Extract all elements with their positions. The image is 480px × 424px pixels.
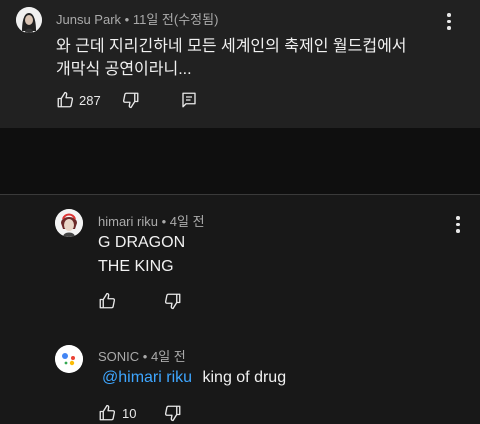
- avatar-himari-image: [55, 209, 83, 237]
- blank-area: [0, 128, 480, 194]
- dislike-button[interactable]: [164, 292, 182, 310]
- mention-link[interactable]: @himari riku: [102, 369, 192, 386]
- comment-meta: himari riku • 4일 전: [98, 211, 205, 230]
- like-icon: [99, 404, 116, 421]
- comment-body: king of drug: [202, 369, 287, 386]
- comment-text-line-1: G DRAGON: [98, 234, 186, 251]
- comment-meta: Junsu Park • 11일 전(수정됨): [56, 9, 218, 28]
- like-icon: [99, 292, 116, 309]
- like-button[interactable]: [98, 292, 116, 310]
- comment-meta: SONIC • 4일 전: [98, 346, 186, 365]
- like-count: 287: [79, 93, 101, 108]
- dislike-button[interactable]: [122, 91, 140, 109]
- avatar-himari[interactable]: [55, 209, 83, 237]
- dislike-icon: [122, 92, 139, 109]
- like-count: 10: [122, 406, 137, 421]
- avatar-junsu-image: [16, 7, 42, 33]
- comment-text-line-2: THE KING: [98, 258, 174, 275]
- comment-time: 4일 전: [150, 349, 186, 364]
- dislike-icon: [164, 405, 181, 422]
- like-button[interactable]: [98, 404, 116, 422]
- comment-time: 11일 전(수정됨): [132, 12, 219, 27]
- author-name[interactable]: Junsu Park: [56, 12, 121, 27]
- reply-button[interactable]: [180, 91, 198, 109]
- more-vert-icon[interactable]: [456, 216, 460, 236]
- comment-time: 4일 전: [169, 214, 205, 229]
- avatar-junsu[interactable]: [16, 7, 42, 33]
- separator: •: [142, 349, 148, 364]
- reply-icon: [182, 92, 196, 108]
- comment-text-line-2: 개막식 공연이라니...: [56, 61, 192, 78]
- like-button[interactable]: [56, 91, 74, 109]
- comment-text-line-1: 와 근데 지리긴하네 모든 세계인의 축제인 월드컵에서: [56, 38, 407, 55]
- author-name[interactable]: SONIC: [98, 349, 139, 364]
- dislike-button[interactable]: [164, 404, 182, 422]
- like-icon: [57, 91, 74, 108]
- separator: •: [161, 214, 167, 229]
- comment-text: @himari riku king of drug: [102, 369, 286, 387]
- dislike-icon: [164, 293, 181, 310]
- separator: •: [124, 12, 130, 27]
- avatar-sonic[interactable]: [55, 345, 83, 373]
- assistant-logo-icon: [55, 345, 83, 373]
- author-name[interactable]: himari riku: [98, 214, 158, 229]
- more-vert-icon[interactable]: [447, 13, 451, 33]
